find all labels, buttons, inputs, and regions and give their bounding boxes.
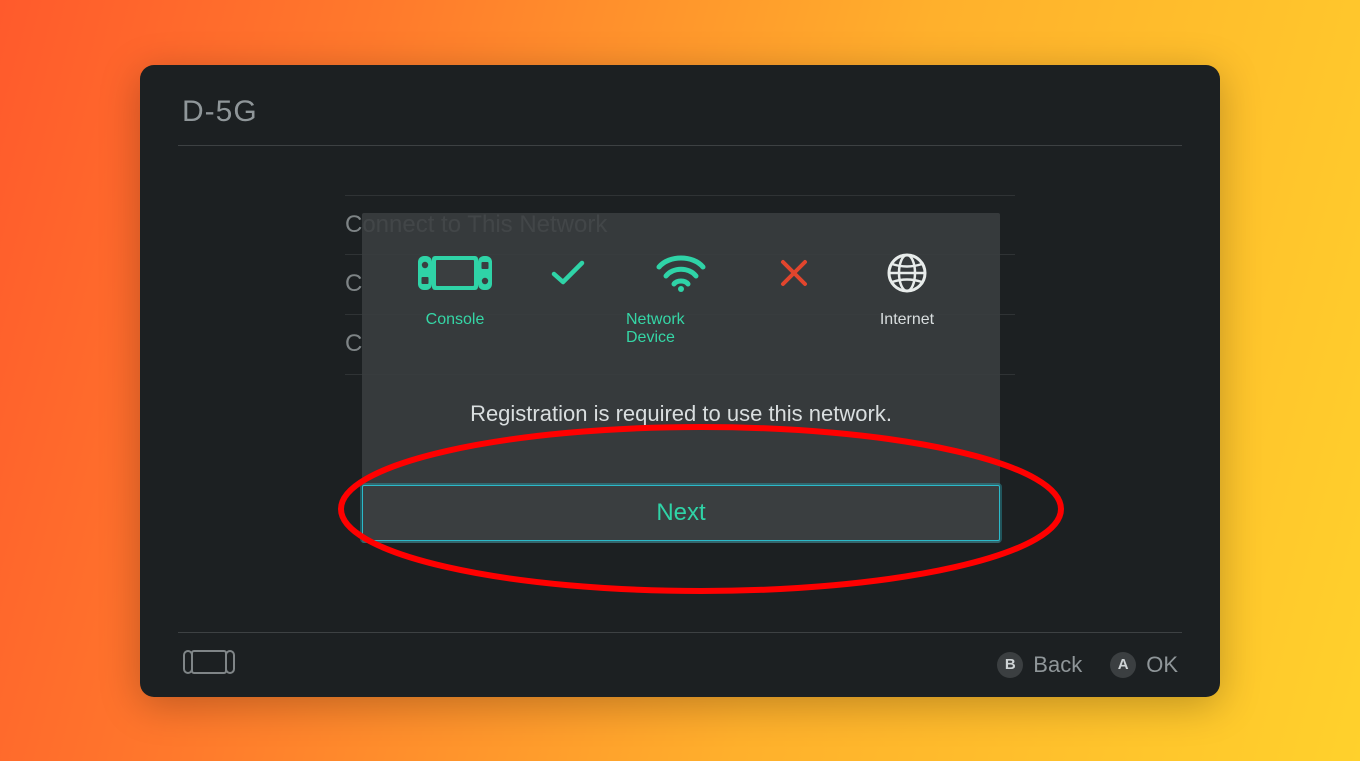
console-icon [416, 254, 494, 292]
gradient-background: D-5G Connect to This Network C C [0, 0, 1360, 761]
link-console-router [548, 247, 588, 299]
ok-button-hint[interactable]: A OK [1110, 652, 1178, 678]
internet-status: Internet [852, 247, 962, 329]
page-title: D-5G [140, 65, 1220, 147]
divider [178, 145, 1182, 146]
x-icon [779, 258, 809, 288]
console-screen: D-5G Connect to This Network C C [140, 65, 1220, 697]
a-button-icon: A [1110, 652, 1136, 678]
wifi-icon [655, 253, 707, 293]
link-router-internet [774, 247, 814, 299]
next-button[interactable]: Next [362, 485, 1000, 541]
internet-label: Internet [880, 311, 934, 329]
footer-bar: B Back A OK [140, 633, 1220, 697]
controller-indicator-icon [182, 649, 236, 681]
network-device-label: Network Device [626, 311, 736, 347]
router-status: Network Device [626, 247, 736, 347]
connection-icon-row: Console N [362, 247, 1000, 347]
globe-icon [886, 252, 928, 294]
b-button-icon: B [997, 652, 1023, 678]
back-button-hint[interactable]: B Back [997, 652, 1082, 678]
console-label: Console [426, 311, 485, 329]
console-status: Console [400, 247, 510, 329]
check-icon [551, 259, 585, 287]
status-message: Registration is required to use this net… [470, 401, 892, 427]
